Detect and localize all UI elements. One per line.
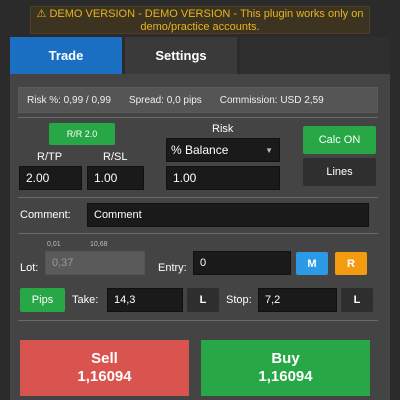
spread-info: Spread: 0,0 pips: [128, 94, 202, 106]
risk-label: Risk: [212, 123, 234, 135]
tab-settings[interactable]: Settings: [125, 37, 237, 74]
rtp-input[interactable]: 2.00: [19, 166, 82, 190]
take-profit-input[interactable]: 14,3: [107, 288, 183, 312]
commission-info: Commission: USD 2,59: [219, 94, 324, 106]
divider: [18, 197, 378, 198]
rr-ratio-button[interactable]: R/R 2.0: [49, 123, 115, 145]
calc-on-button[interactable]: Calc ON: [303, 126, 376, 154]
risk-mode-select[interactable]: % Balance ▼: [166, 138, 280, 162]
comment-input[interactable]: Comment: [87, 203, 369, 227]
tab-strip-background: [240, 37, 390, 74]
divider: [18, 320, 378, 321]
lot-min-label: 0,01: [47, 241, 61, 248]
take-label: Take:: [72, 294, 99, 306]
sell-price: 1,16094: [77, 368, 132, 385]
stop-loss-input[interactable]: 7,2: [258, 288, 337, 312]
buy-label: Buy: [271, 350, 300, 367]
sell-button[interactable]: Sell 1,16094: [20, 340, 189, 396]
rsl-input[interactable]: 1.00: [87, 166, 144, 190]
risk-mode-value: % Balance: [171, 143, 229, 157]
divider: [18, 117, 378, 118]
dropdown-arrow-icon: ▼: [265, 146, 273, 155]
tab-trade[interactable]: Trade: [10, 37, 122, 74]
info-bar: Risk %: 0,99 / 0,99 Spread: 0,0 pips Com…: [18, 87, 378, 113]
stop-line-button[interactable]: L: [341, 288, 373, 312]
stop-label: Stop:: [226, 294, 252, 306]
lines-button[interactable]: Lines: [303, 158, 376, 186]
lot-input[interactable]: 0,37: [45, 251, 145, 275]
reset-entry-button[interactable]: R: [335, 252, 367, 275]
take-line-button[interactable]: L: [187, 288, 219, 312]
comment-label: Comment:: [20, 209, 71, 221]
rsl-label: R/SL: [103, 151, 128, 163]
divider: [18, 233, 378, 234]
lot-label: Lot:: [20, 262, 39, 274]
buy-button[interactable]: Buy 1,16094: [201, 340, 370, 396]
demo-warning-banner: ⚠ DEMO VERSION - DEMO VERSION - This plu…: [30, 6, 370, 34]
risk-value-input[interactable]: 1.00: [166, 166, 280, 190]
rtp-label: R/TP: [37, 151, 63, 163]
entry-label: Entry:: [158, 262, 187, 274]
market-entry-button[interactable]: M: [296, 252, 328, 275]
lot-max-label: 10,68: [90, 241, 108, 248]
buy-price: 1,16094: [258, 368, 313, 385]
pips-toggle-button[interactable]: Pips: [20, 288, 65, 312]
entry-input[interactable]: 0: [193, 251, 291, 275]
risk-percent-info: Risk %: 0,99 / 0,99: [27, 94, 111, 106]
sell-label: Sell: [91, 350, 118, 367]
